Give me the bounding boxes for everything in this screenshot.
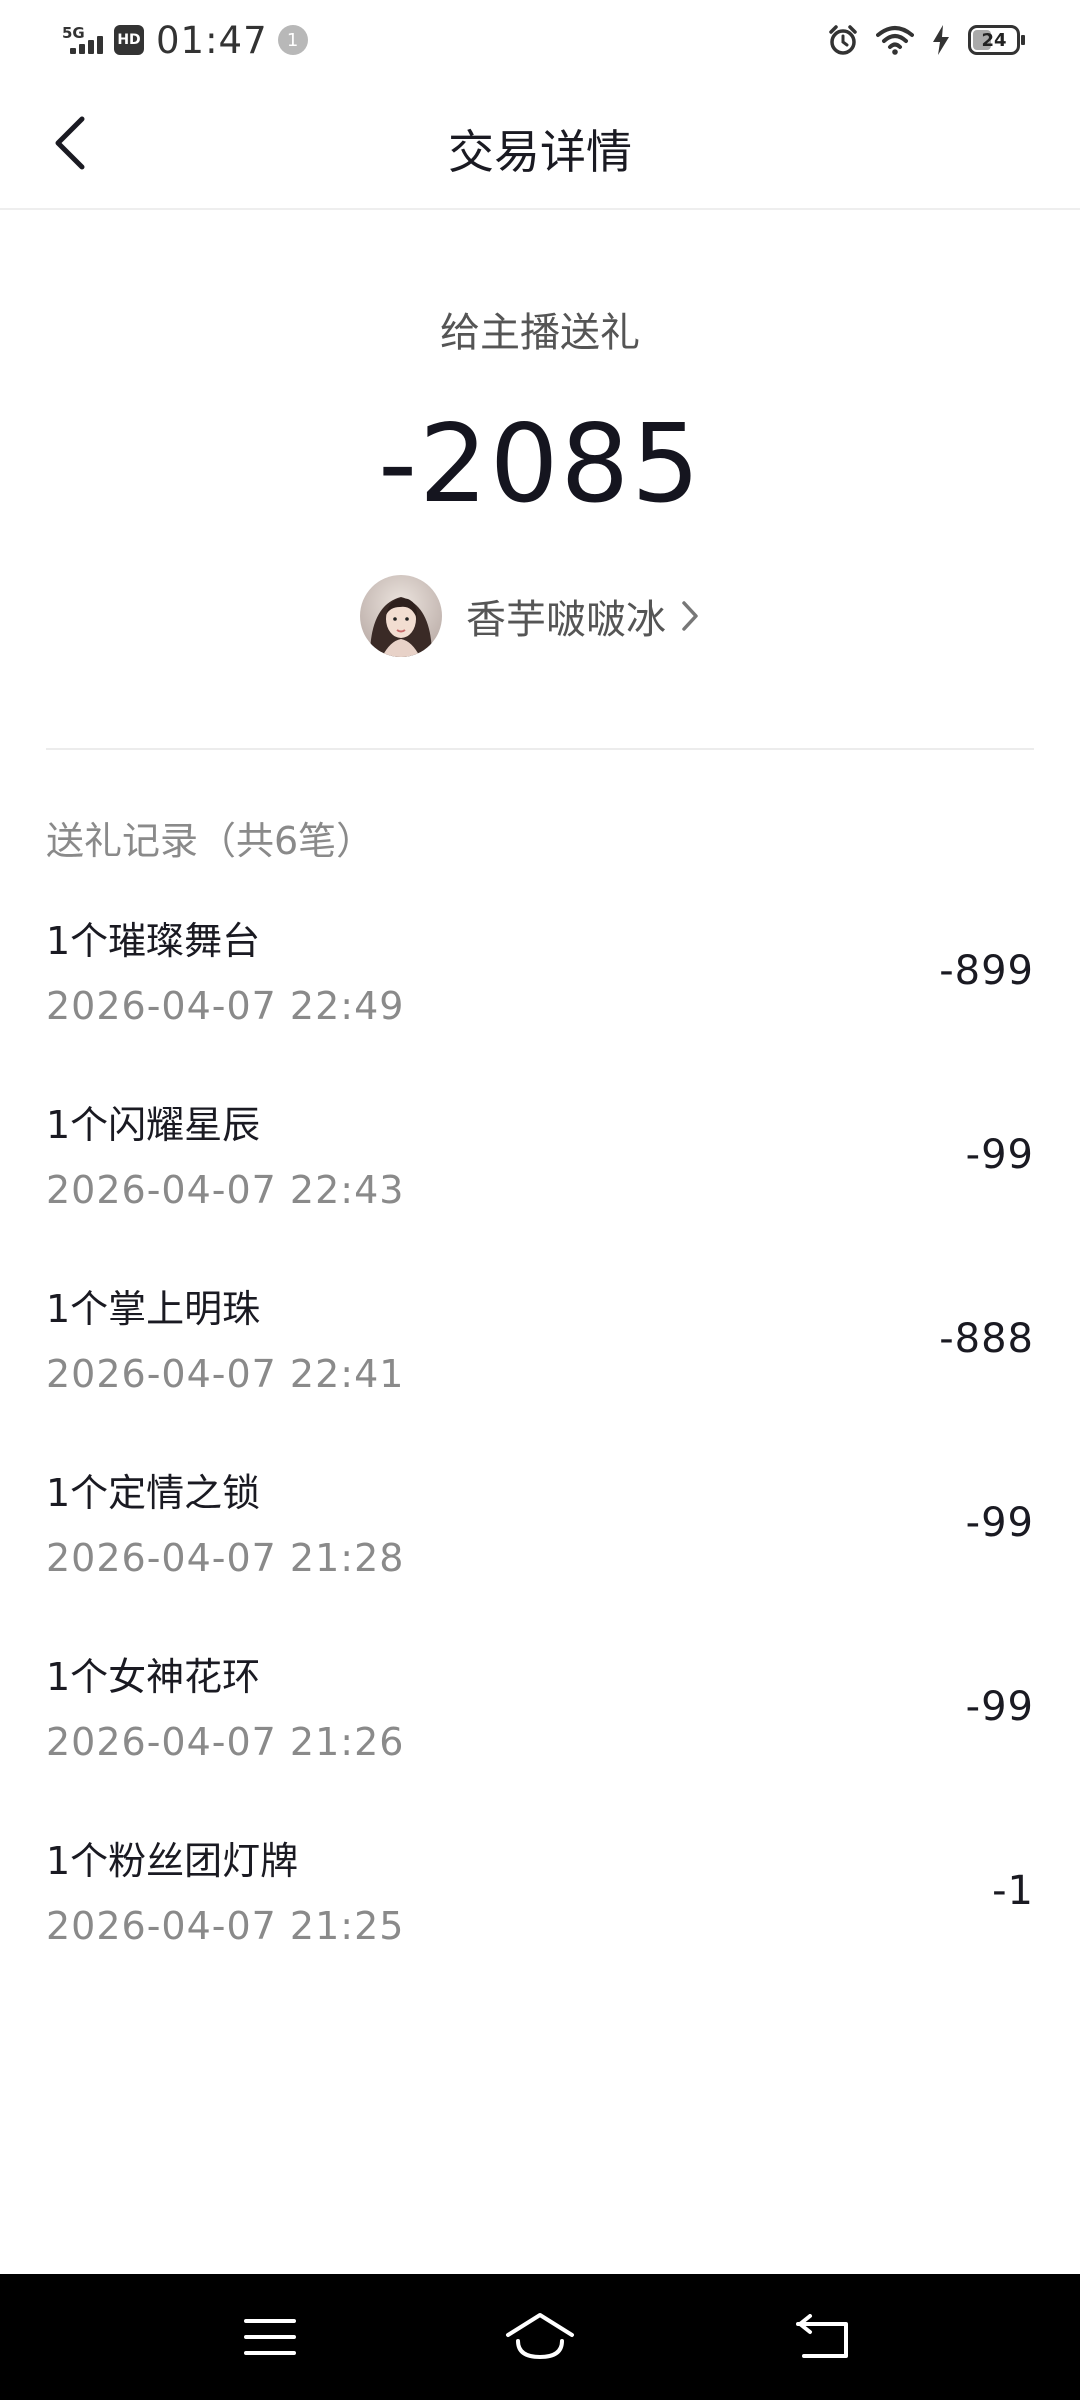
total-amount: -2085 (378, 402, 702, 527)
page-title: 交易详情 (448, 125, 632, 179)
gift-time: 2026-04-07 21:25 (46, 1904, 405, 1948)
gift-time: 2026-04-07 22:43 (46, 1168, 405, 1212)
battery-level: 24 (981, 29, 1007, 51)
gift-name: 1个掌上明珠 (46, 1287, 261, 1331)
gift-time: 2026-04-07 22:41 (46, 1352, 405, 1396)
status-bar: 5G HD 01:47 1 24 (0, 0, 1080, 80)
return-icon (796, 2314, 848, 2358)
gift-amount: -899 (939, 948, 1034, 994)
transaction-type-label: 给主播送礼 (440, 310, 640, 356)
menu-button[interactable] (230, 2302, 310, 2372)
alarm-icon (829, 25, 857, 55)
gift-amount: -99 (965, 1500, 1034, 1546)
list-item[interactable]: 1个璀璨舞台 2026-04-07 22:49 -899 (0, 896, 1080, 1080)
records-section-title: 送礼记录（共6笔） (46, 819, 375, 863)
navigation-header: 交易详情 (0, 80, 1080, 210)
gift-name: 1个定情之锁 (46, 1471, 261, 1515)
gift-amount: -888 (939, 1316, 1034, 1362)
gift-amount: -99 (965, 1684, 1034, 1730)
menu-icon (244, 2319, 296, 2355)
list-item[interactable]: 1个定情之锁 2026-04-07 21:28 -99 (0, 1448, 1080, 1632)
status-right: 24 (826, 14, 1025, 66)
notification-count-badge: 1 (277, 25, 308, 55)
gift-record-list: 1个璀璨舞台 2026-04-07 22:49 -899 1个闪耀星辰 2026… (0, 896, 1080, 2000)
list-item[interactable]: 1个掌上明珠 2026-04-07 22:41 -888 (0, 1264, 1080, 1448)
status-time: 01:47 (156, 18, 268, 62)
return-button[interactable] (782, 2302, 862, 2372)
list-item[interactable]: 1个女神花环 2026-04-07 21:26 -99 (0, 1632, 1080, 1816)
list-item[interactable]: 1个粉丝团灯牌 2026-04-07 21:25 -1 (0, 1816, 1080, 2000)
gift-time: 2026-04-07 21:26 (46, 1720, 405, 1764)
gift-name: 1个女神花环 (46, 1655, 261, 1699)
cellular-signal-icon: 5G (60, 18, 108, 62)
gift-time: 2026-04-07 22:49 (46, 984, 405, 1028)
gift-name: 1个闪耀星辰 (46, 1103, 261, 1147)
gift-name: 1个粉丝团灯牌 (46, 1839, 299, 1883)
gift-amount: -1 (992, 1868, 1034, 1914)
wifi-icon (876, 26, 914, 55)
gift-name: 1个璀璨舞台 (46, 919, 261, 963)
status-left: 5G HD 01:47 1 (60, 14, 308, 66)
divider (46, 748, 1034, 750)
charging-icon (933, 25, 949, 55)
home-icon (506, 2313, 574, 2360)
anchor-name: 香芋啵啵冰 (466, 597, 666, 643)
system-navigation-bar (0, 2274, 1080, 2400)
gift-amount: -99 (965, 1132, 1034, 1178)
home-button[interactable] (500, 2302, 580, 2372)
hd-icon: HD (114, 25, 144, 55)
anchor-profile-link[interactable]: 香芋啵啵冰 (360, 574, 700, 658)
gift-time: 2026-04-07 21:28 (46, 1536, 405, 1580)
battery-icon: 24 (968, 25, 1025, 55)
chevron-right-icon (680, 599, 700, 633)
avatar (360, 575, 442, 657)
list-item[interactable]: 1个闪耀星辰 2026-04-07 22:43 -99 (0, 1080, 1080, 1264)
